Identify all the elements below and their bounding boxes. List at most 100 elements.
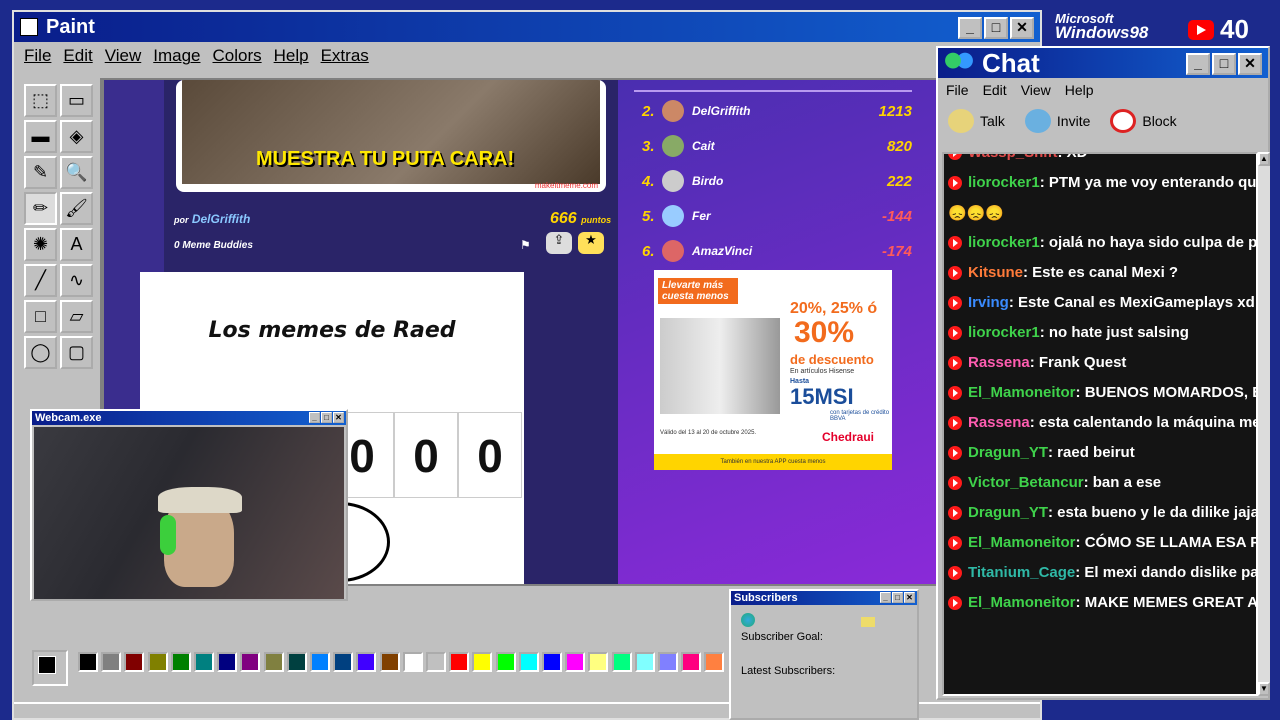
chat-menu-file[interactable]: File <box>946 82 969 98</box>
color-swatch[interactable] <box>472 652 493 672</box>
color-swatch[interactable] <box>588 652 609 672</box>
chat-menu-view[interactable]: View <box>1021 82 1051 98</box>
chat-username[interactable]: liorocker1 <box>968 234 1040 251</box>
chat-username[interactable]: Rassena <box>968 414 1030 431</box>
menu-edit[interactable]: Edit <box>63 46 92 66</box>
chat-username[interactable]: Rassena <box>968 354 1030 371</box>
webcam-titlebar[interactable]: Webcam.exe _ □ ✕ <box>32 411 346 425</box>
menu-image[interactable]: Image <box>153 46 200 66</box>
chat-username[interactable]: Irving <box>968 294 1009 311</box>
subs-minimize-button[interactable]: _ <box>880 592 891 603</box>
chat-menu-edit[interactable]: Edit <box>983 82 1007 98</box>
meme-author[interactable]: DelGriffith <box>192 212 250 226</box>
webcam-close-button[interactable]: ✕ <box>333 412 344 423</box>
talk-button[interactable]: Talk <box>948 109 1005 133</box>
pencil-tool[interactable]: ✏ <box>24 192 57 225</box>
color-swatch[interactable] <box>124 652 145 672</box>
color-swatch[interactable] <box>495 652 516 672</box>
chat-username[interactable]: Kitsune <box>968 264 1023 281</box>
color-swatch[interactable] <box>101 652 122 672</box>
chat-username[interactable]: Dragun_YT <box>968 444 1048 461</box>
minimize-button[interactable]: _ <box>958 17 982 39</box>
chat-scrollbar[interactable]: ▲ ▼ <box>1258 152 1270 696</box>
chat-username[interactable]: Titanium_Cage <box>968 564 1075 581</box>
chat-username[interactable]: El_Mamoneitor <box>968 594 1076 611</box>
color-picker-tool[interactable]: ✎ <box>24 156 57 189</box>
color-swatch[interactable] <box>611 652 632 672</box>
subs-close-button[interactable]: ✕ <box>904 592 915 603</box>
color-swatch[interactable] <box>240 652 261 672</box>
menu-file[interactable]: File <box>24 46 51 66</box>
color-swatch[interactable] <box>681 652 702 672</box>
color-swatch[interactable] <box>310 652 330 672</box>
menu-extras[interactable]: Extras <box>321 46 369 66</box>
color-swatch[interactable] <box>634 652 655 672</box>
chat-username[interactable]: Victor_Betancur <box>968 474 1084 491</box>
magnifier-tool[interactable]: 🔍 <box>60 156 93 189</box>
airbrush-tool[interactable]: ✺ <box>24 228 57 261</box>
color-swatch[interactable] <box>286 652 307 672</box>
chat-maximize-button[interactable]: □ <box>1212 53 1236 75</box>
color-swatch[interactable] <box>542 652 562 672</box>
menu-view[interactable]: View <box>105 46 142 66</box>
menu-colors[interactable]: Colors <box>213 46 262 66</box>
chat-log[interactable]: Wassp_Shift : XD liorocker1 : PTM ya me … <box>942 152 1258 696</box>
subscribers-titlebar[interactable]: Subscribers _ □ ✕ <box>731 591 917 605</box>
chat-username[interactable]: Dragun_YT <box>968 504 1048 521</box>
chat-close-button[interactable]: ✕ <box>1238 53 1262 75</box>
color-swatch[interactable] <box>379 652 400 672</box>
maximize-button[interactable]: □ <box>984 17 1008 39</box>
free-select-tool[interactable]: ⬚ <box>24 84 57 117</box>
color-swatch[interactable] <box>263 652 284 672</box>
rect-select-tool[interactable]: ▭ <box>60 84 93 117</box>
color-swatch[interactable] <box>194 652 214 672</box>
text-tool[interactable]: A <box>60 228 93 261</box>
chat-username[interactable]: El_Mamoneitor <box>968 384 1076 401</box>
color-swatch[interactable] <box>449 652 470 672</box>
fill-tool[interactable]: ◈ <box>60 120 93 153</box>
ad-banner[interactable]: Llevarte más cuesta menos 20%, 25% ó 30%… <box>654 270 892 470</box>
color-swatch[interactable] <box>426 652 446 672</box>
color-swatch[interactable] <box>658 652 678 672</box>
color-swatch[interactable] <box>518 652 539 672</box>
subs-maximize-button[interactable]: □ <box>892 592 903 603</box>
color-swatch[interactable] <box>704 652 725 672</box>
rectangle-tool[interactable]: □ <box>24 300 57 333</box>
color-swatch[interactable] <box>565 652 586 672</box>
chat-message: Rassena : esta calentando la máquina mem <box>944 414 1256 431</box>
current-colors[interactable] <box>32 650 68 686</box>
invite-button[interactable]: Invite <box>1024 109 1090 133</box>
close-button[interactable]: ✕ <box>1010 17 1034 39</box>
chat-username[interactable]: El_Mamoneitor <box>968 534 1076 551</box>
chat-username[interactable]: liorocker1 <box>968 324 1040 341</box>
eraser-tool[interactable]: ▬ <box>24 120 57 153</box>
brush-tool[interactable]: 🖌 <box>60 192 93 225</box>
color-swatch[interactable] <box>78 652 98 672</box>
line-tool[interactable]: ╱ <box>24 264 57 297</box>
polygon-tool[interactable]: ▱ <box>60 300 93 333</box>
chat-minimize-button[interactable]: _ <box>1186 53 1210 75</box>
flag-icon[interactable]: ⚑ <box>520 238 531 252</box>
star-button[interactable]: ★ <box>578 232 604 254</box>
color-swatch[interactable] <box>333 652 354 672</box>
color-swatch[interactable] <box>402 652 423 672</box>
share-button[interactable]: ⇪ <box>546 232 572 254</box>
chat-username[interactable]: liorocker1 <box>968 174 1040 191</box>
chat-username[interactable]: Wassp_Shift <box>968 154 1057 161</box>
chat-menu-help[interactable]: Help <box>1065 82 1094 98</box>
paint-titlebar[interactable]: Paint _ □ ✕ <box>14 12 1040 42</box>
curve-tool[interactable]: ∿ <box>60 264 93 297</box>
color-swatch[interactable] <box>170 652 191 672</box>
block-button[interactable]: Block <box>1110 109 1177 133</box>
color-swatch[interactable] <box>217 652 238 672</box>
color-swatch[interactable] <box>356 652 377 672</box>
chat-titlebar[interactable]: Chat _ □ ✕ <box>938 48 1268 78</box>
rounded-rect-tool[interactable]: ▢ <box>60 336 93 369</box>
ellipse-tool[interactable]: ◯ <box>24 336 57 369</box>
webcam-minimize-button[interactable]: _ <box>309 412 320 423</box>
scroll-up-button[interactable]: ▲ <box>1258 152 1270 166</box>
menu-help[interactable]: Help <box>274 46 309 66</box>
scroll-down-button[interactable]: ▼ <box>1258 682 1270 696</box>
webcam-maximize-button[interactable]: □ <box>321 412 332 423</box>
color-swatch[interactable] <box>147 652 168 672</box>
